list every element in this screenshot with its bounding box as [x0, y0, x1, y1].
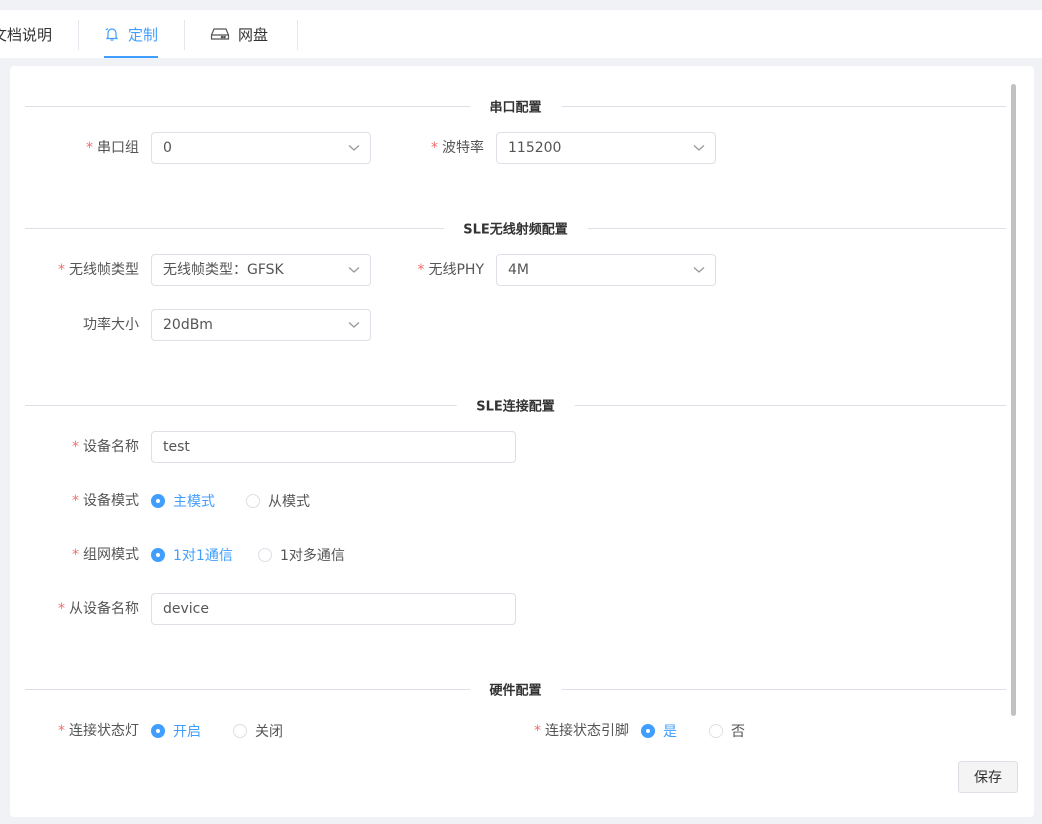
chevron-down-icon	[348, 310, 360, 340]
baud-rate-label: * 波特率	[431, 140, 484, 156]
tab-separator	[184, 20, 185, 50]
section-divider-hw: 硬件配置	[25, 679, 1006, 699]
radio-dot	[151, 724, 165, 738]
device-mode-label: * 设备模式	[72, 493, 139, 509]
status-led-off-label: 关闭	[255, 724, 283, 740]
power-select[interactable]: 20dBm	[151, 309, 371, 341]
baud-rate-value: 115200	[508, 140, 562, 156]
device-mode-master-radio[interactable]: 主模式	[151, 485, 215, 517]
serial-group-select[interactable]: 0	[151, 132, 371, 164]
device-name-label: * 设备名称	[72, 439, 139, 455]
radio-dot	[246, 494, 260, 508]
status-pin-yes-label: 是	[663, 724, 677, 740]
slave-name-label: * 从设备名称	[58, 601, 139, 617]
device-mode-slave-label: 从模式	[268, 494, 310, 510]
tab-docs-label: 文档说明	[0, 25, 53, 44]
chevron-down-icon	[348, 133, 360, 163]
status-led-off-radio[interactable]: 关闭	[233, 715, 283, 747]
status-led-label: * 连接状态灯	[58, 723, 139, 739]
network-mode-single-label: 1对1通信	[173, 548, 233, 564]
status-led-on-radio[interactable]: 开启	[151, 715, 201, 747]
status-pin-no-radio[interactable]: 否	[709, 715, 745, 747]
tab-bar: 文档说明 定制 网盘	[0, 10, 1042, 58]
phy-select[interactable]: 4M	[496, 254, 716, 286]
status-pin-label: * 连接状态引脚	[534, 723, 629, 739]
chevron-down-icon	[348, 255, 360, 285]
tab-custom[interactable]: 定制	[104, 10, 159, 58]
network-mode-single-radio[interactable]: 1对1通信	[151, 539, 233, 571]
section-divider-rf: SLE无线射频配置	[25, 218, 1006, 238]
section-title-conn: SLE连接配置	[456, 395, 575, 415]
device-name-input[interactable]	[151, 431, 516, 463]
radio-dot	[258, 548, 272, 562]
tab-docs[interactable]: 文档说明	[0, 10, 52, 58]
radio-dot	[641, 724, 655, 738]
power-label: 功率大小	[83, 317, 139, 333]
bell-icon	[104, 26, 120, 42]
chevron-down-icon	[693, 133, 705, 163]
config-card: 串口配置 * 串口组 0 * 波特率 115200 SLE无线射频配置 * 无线帧类型…	[10, 66, 1034, 817]
status-led-on-label: 开启	[173, 724, 201, 740]
frame-type-value: 无线帧类型：GFSK	[163, 262, 284, 278]
section-divider-serial: 串口配置	[25, 96, 1006, 116]
tab-custom-label: 定制	[128, 25, 159, 44]
section-title-rf: SLE无线射频配置	[443, 218, 588, 238]
device-mode-master-label: 主模式	[173, 494, 215, 510]
radio-dot	[709, 724, 723, 738]
slave-name-input[interactable]	[151, 593, 516, 625]
network-mode-multi-radio[interactable]: 1对多通信	[258, 539, 345, 571]
frame-type-label: * 无线帧类型	[58, 262, 139, 278]
tab-netdisk[interactable]: 网盘	[210, 10, 268, 58]
radio-dot	[151, 494, 165, 508]
phy-value: 4M	[508, 262, 529, 278]
serial-group-label: * 串口组	[86, 140, 139, 156]
baud-rate-select[interactable]: 115200	[496, 132, 716, 164]
section-divider-conn: SLE连接配置	[25, 395, 1006, 415]
tab-separator	[297, 20, 298, 50]
radio-dot	[151, 548, 165, 562]
save-button[interactable]: 保存	[958, 761, 1018, 793]
network-mode-label: * 组网模式	[72, 547, 139, 563]
tab-netdisk-label: 网盘	[238, 25, 269, 44]
power-value: 20dBm	[163, 317, 213, 333]
scrollbar[interactable]	[1011, 84, 1016, 716]
status-pin-no-label: 否	[731, 724, 745, 740]
phy-label: * 无线PHY	[417, 262, 484, 278]
serial-group-value: 0	[163, 140, 172, 156]
frame-type-select[interactable]: 无线帧类型：GFSK	[151, 254, 371, 286]
hard-drive-icon	[210, 26, 230, 42]
section-title-hw: 硬件配置	[469, 679, 562, 699]
radio-dot	[233, 724, 247, 738]
section-title-serial: 串口配置	[469, 96, 562, 116]
tab-separator	[78, 20, 79, 50]
status-pin-yes-radio[interactable]: 是	[641, 715, 677, 747]
network-mode-multi-label: 1对多通信	[280, 548, 345, 564]
chevron-down-icon	[693, 255, 705, 285]
device-mode-slave-radio[interactable]: 从模式	[246, 485, 310, 517]
